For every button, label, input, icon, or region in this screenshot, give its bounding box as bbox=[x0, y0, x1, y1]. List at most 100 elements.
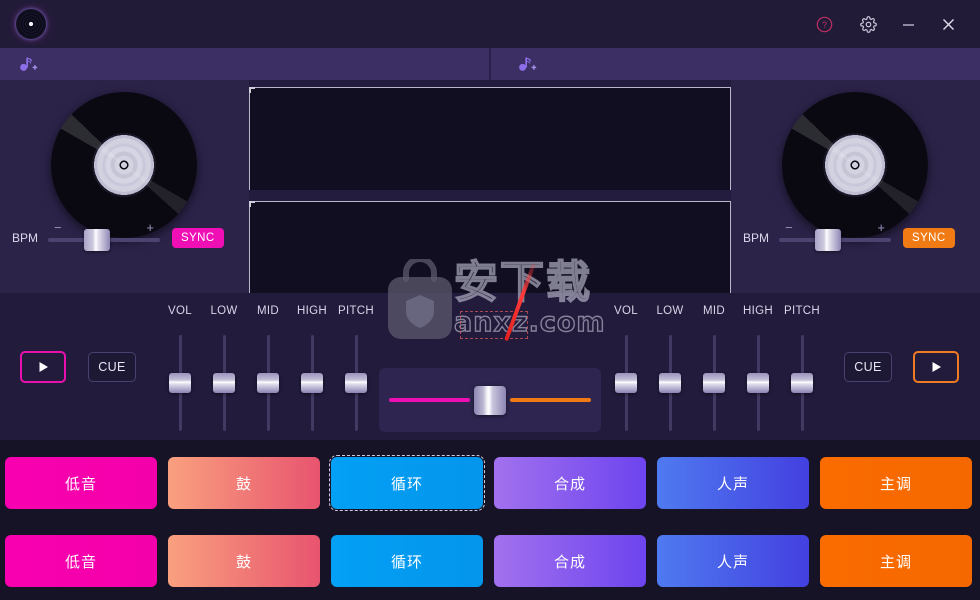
bpm-increase-right[interactable]: + bbox=[877, 221, 885, 234]
bpm-decrease-left[interactable]: − bbox=[54, 221, 62, 234]
eq-thumb-vol[interactable] bbox=[615, 373, 637, 393]
eq-label-mid: MID bbox=[703, 305, 725, 317]
sync-button-right[interactable]: SYNC bbox=[903, 228, 955, 248]
pad-button[interactable]: 鼓 bbox=[168, 457, 320, 509]
sync-button-left[interactable]: SYNC bbox=[172, 228, 224, 248]
pad-button[interactable]: 人声 bbox=[657, 535, 809, 587]
pad-row-2: 低音鼓循环 合成 人声 主调 bbox=[0, 535, 980, 587]
bpm-thumb-right[interactable] bbox=[815, 229, 842, 251]
settings-button[interactable] bbox=[848, 0, 888, 48]
cue-button-left[interactable]: CUE bbox=[88, 352, 136, 382]
eq-slider-pitch[interactable] bbox=[345, 335, 367, 431]
play-icon bbox=[932, 362, 941, 372]
pad-button[interactable]: 合成 bbox=[494, 457, 646, 509]
waveform-panel-bottom[interactable] bbox=[249, 201, 731, 293]
eq-label-high: HIGH bbox=[743, 305, 773, 317]
window-controls: ? bbox=[804, 0, 980, 48]
bpm-increase-left[interactable]: + bbox=[146, 221, 154, 234]
eq-thumb-pitch[interactable] bbox=[345, 373, 367, 393]
cue-button-right[interactable]: CUE bbox=[844, 352, 892, 382]
pad-button[interactable]: 低音 bbox=[5, 457, 157, 509]
eq-label-mid: MID bbox=[257, 305, 279, 317]
turntable-gloss bbox=[782, 92, 928, 238]
waveform-corner-marker bbox=[249, 87, 255, 93]
eq-thumb-low[interactable] bbox=[659, 373, 681, 393]
eq-slider-mid[interactable] bbox=[703, 335, 725, 431]
close-icon bbox=[942, 18, 954, 30]
bpm-decrease-right[interactable]: − bbox=[785, 221, 793, 234]
eq-channel-vol: VOL bbox=[158, 305, 202, 431]
minimize-icon bbox=[902, 23, 914, 26]
eq-label-low: LOW bbox=[656, 305, 684, 317]
turntable-right[interactable] bbox=[782, 92, 928, 238]
pad-grid: 低音鼓循环 合成 人声 主调 低音鼓循环 合成 人声 主调 bbox=[0, 440, 980, 600]
eq-slider-pitch[interactable] bbox=[791, 335, 813, 431]
eq-channel-mid: MID bbox=[246, 305, 290, 431]
pad-button[interactable]: 人声 bbox=[657, 457, 809, 509]
close-button[interactable] bbox=[928, 0, 968, 48]
pad-button[interactable]: 合成 bbox=[494, 535, 646, 587]
pad-button[interactable]: 主调 bbox=[820, 535, 972, 587]
eq-channel-vol: VOL bbox=[604, 305, 648, 431]
eq-slider-vol[interactable] bbox=[169, 335, 191, 431]
minimize-button[interactable] bbox=[888, 0, 928, 48]
crossfader-track-left bbox=[389, 398, 470, 402]
title-bar: ? bbox=[0, 0, 980, 48]
play-button-right[interactable] bbox=[913, 351, 959, 383]
pad-button[interactable]: 循环 bbox=[329, 455, 485, 511]
eq-channel-mid: MID bbox=[692, 305, 736, 431]
eq-group-left: VOL LOW MID HIGH PITCH bbox=[158, 305, 378, 431]
pad-button[interactable]: 循环 bbox=[331, 535, 483, 587]
eq-label-low: LOW bbox=[210, 305, 238, 317]
eq-group-right: VOL LOW MID HIGH PITCH bbox=[604, 305, 824, 431]
eq-thumb-mid[interactable] bbox=[703, 373, 725, 393]
help-button[interactable]: ? bbox=[804, 0, 844, 48]
eq-thumb-high[interactable] bbox=[301, 373, 323, 393]
eq-label-pitch: PITCH bbox=[338, 305, 374, 317]
play-button-left[interactable] bbox=[20, 351, 66, 383]
eq-thumb-high[interactable] bbox=[747, 373, 769, 393]
eq-slider-low[interactable] bbox=[659, 335, 681, 431]
bpm-row-right: BPM − + SYNC bbox=[731, 221, 980, 255]
question-circle-icon: ? bbox=[816, 16, 832, 32]
eq-channel-low: LOW bbox=[648, 305, 692, 431]
pad-button[interactable]: 低音 bbox=[5, 535, 157, 587]
add-music-note-icon bbox=[517, 55, 537, 73]
bpm-thumb-left[interactable] bbox=[84, 229, 111, 251]
crossfader[interactable] bbox=[379, 368, 601, 432]
eq-thumb-vol[interactable] bbox=[169, 373, 191, 393]
track-load-bar bbox=[0, 48, 980, 80]
eq-slider-mid[interactable] bbox=[257, 335, 279, 431]
add-music-note-icon bbox=[18, 55, 38, 73]
crossfader-thumb[interactable] bbox=[474, 386, 506, 415]
bpm-slider-right[interactable]: − + bbox=[779, 221, 891, 253]
eq-label-vol: VOL bbox=[168, 305, 192, 317]
eq-label-high: HIGH bbox=[297, 305, 327, 317]
bpm-row-left: BPM − + SYNC bbox=[0, 221, 249, 255]
turntable-left[interactable] bbox=[51, 92, 197, 238]
eq-channel-pitch: PITCH bbox=[334, 305, 378, 431]
load-track-slot-left[interactable] bbox=[0, 48, 489, 80]
bpm-slider-left[interactable]: − + bbox=[48, 221, 160, 253]
eq-thumb-pitch[interactable] bbox=[791, 373, 813, 393]
eq-slider-vol[interactable] bbox=[615, 335, 637, 431]
eq-thumb-low[interactable] bbox=[213, 373, 235, 393]
play-icon bbox=[39, 362, 48, 372]
eq-slider-high[interactable] bbox=[301, 335, 323, 431]
eq-slider-low[interactable] bbox=[213, 335, 235, 431]
eq-thumb-mid[interactable] bbox=[257, 373, 279, 393]
pad-button[interactable]: 主调 bbox=[820, 457, 972, 509]
gear-icon bbox=[859, 15, 877, 33]
bpm-label-right: BPM bbox=[742, 231, 769, 245]
eq-channel-high: HIGH bbox=[736, 305, 780, 431]
eq-channel-high: HIGH bbox=[290, 305, 334, 431]
eq-label-vol: VOL bbox=[614, 305, 638, 317]
bpm-label-left: BPM bbox=[11, 231, 38, 245]
pad-row-1: 低音鼓循环 合成 人声 主调 bbox=[0, 455, 980, 511]
pad-button[interactable]: 鼓 bbox=[168, 535, 320, 587]
eq-channel-pitch: PITCH bbox=[780, 305, 824, 431]
waveform-panel-top[interactable] bbox=[249, 87, 731, 190]
eq-slider-high[interactable] bbox=[747, 335, 769, 431]
load-track-slot-right[interactable] bbox=[489, 48, 978, 80]
app-logo-icon bbox=[16, 9, 46, 39]
